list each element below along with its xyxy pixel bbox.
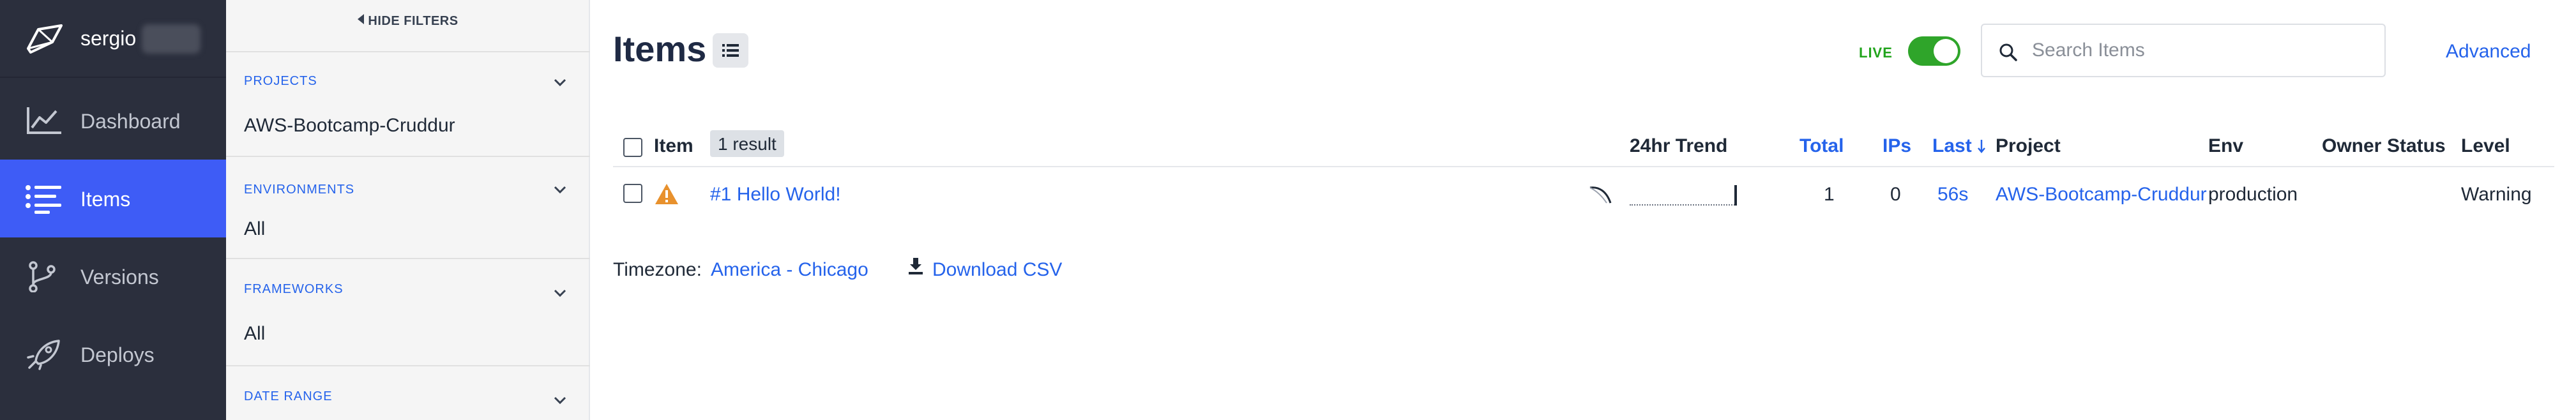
user-menu[interactable]: sergio (0, 0, 226, 78)
column-24hr-trend: 24hr Trend (1630, 135, 1728, 156)
filter-value-projects: AWS-Bootcamp-Cruddur (244, 115, 455, 136)
list-view-icon (722, 44, 739, 57)
chart-line-icon (27, 107, 61, 134)
item-title-link[interactable]: #1 Hello World! (710, 184, 841, 206)
filter-heading-projects: PROJECTS (244, 74, 317, 88)
download-csv-link[interactable]: Download CSV (932, 259, 1062, 281)
toggle-knob (1934, 39, 1958, 63)
caret-left-icon (358, 14, 365, 24)
nav-item-deploys[interactable]: Deploys (0, 315, 226, 393)
search-box (1981, 24, 2386, 77)
column-owner: Owner (2322, 135, 2382, 156)
list-icon (26, 185, 61, 214)
username: sergio (80, 27, 137, 50)
filter-heading-frameworks: FRAMEWORKS (244, 282, 344, 296)
nav-item-items[interactable]: Items (0, 160, 226, 237)
search-input[interactable] (2032, 36, 2364, 64)
filter-date-range[interactable]: DATE RANGE (226, 366, 590, 420)
item-total: 1 (1824, 184, 1835, 205)
git-branch-icon (29, 261, 56, 292)
download-icon (909, 258, 923, 274)
nav-item-dashboard[interactable]: Dashboard (0, 82, 226, 160)
chevron-down-icon (554, 396, 566, 405)
rocket-icon (27, 340, 60, 370)
column-total[interactable]: Total (1799, 135, 1844, 157)
table-header: Item 1 result 24hr Trend Total IPs Last … (613, 128, 2554, 167)
rollbar-logo-icon (27, 24, 63, 54)
row-checkbox[interactable] (623, 184, 642, 203)
item-env: production (2208, 184, 2298, 205)
filter-projects[interactable]: PROJECTS AWS-Bootcamp-Cruddur (226, 51, 590, 157)
live-label: LIVE (1859, 45, 1893, 61)
chevron-down-icon (554, 79, 566, 87)
column-ips[interactable]: IPs (1883, 135, 1911, 157)
timezone-label: Timezone: (613, 259, 702, 280)
warning-icon (655, 184, 678, 204)
chevron-down-icon (554, 186, 566, 194)
column-last[interactable]: Last (1932, 135, 1986, 157)
search-icon (1999, 43, 2017, 61)
advanced-search-link[interactable]: Advanced (2446, 41, 2531, 63)
column-last-label: Last (1932, 135, 1972, 156)
hide-filters-button[interactable]: HIDE FILTERS (226, 14, 590, 29)
item-level: Warning (2461, 184, 2532, 205)
select-all-checkbox[interactable] (623, 138, 642, 157)
list-view-toggle-button[interactable] (713, 33, 748, 68)
nav-item-versions[interactable]: Versions (0, 237, 226, 315)
nav-label-dashboard: Dashboard (80, 110, 181, 133)
username-redaction (142, 24, 201, 54)
item-ips: 0 (1890, 184, 1901, 205)
page-title: Items (613, 29, 707, 69)
main-content: Items LIVE Advanced Item 1 result 24hr T… (590, 0, 2576, 420)
filter-value-environments: All (244, 218, 266, 239)
filter-environments[interactable]: ENVIRONMENTS All (226, 157, 590, 259)
nav-label-items: Items (80, 188, 131, 211)
column-project: Project (1996, 135, 2061, 156)
filter-value-frameworks: All (244, 323, 266, 344)
trend-sparkline (1630, 185, 1737, 206)
filter-heading-environments: ENVIRONMENTS (244, 183, 355, 197)
nav-label-versions: Versions (80, 266, 159, 289)
live-toggle[interactable] (1908, 36, 1960, 66)
filter-heading-date-range: DATE RANGE (244, 389, 333, 403)
nav-label-deploys: Deploys (80, 343, 155, 366)
column-env: Env (2208, 135, 2244, 156)
hide-filters-label: HIDE FILTERS (368, 14, 458, 28)
item-last-seen[interactable]: 56s (1937, 184, 1968, 206)
trend-spike (1734, 185, 1737, 206)
table-row[interactable]: #1 Hello World! 1 0 56s AWS-Bootcamp-Cru… (613, 172, 2554, 217)
chevron-down-icon (554, 289, 566, 297)
filter-frameworks[interactable]: FRAMEWORKS All (226, 259, 590, 366)
trend-sparkline-icon (1589, 186, 1612, 204)
result-count-badge: 1 result (710, 130, 784, 157)
column-level: Level (2461, 135, 2510, 156)
timezone-link[interactable]: America - Chicago (711, 259, 868, 281)
item-project-link[interactable]: AWS-Bootcamp-Cruddur (1996, 184, 2207, 206)
sort-descending-icon (1978, 140, 1985, 153)
filters-panel: HIDE FILTERS PROJECTS AWS-Bootcamp-Crudd… (226, 0, 590, 420)
left-nav: sergio Dashboard Items Versions Deploys (0, 0, 226, 420)
column-item[interactable]: Item (654, 135, 693, 157)
column-status: Status (2387, 135, 2446, 156)
